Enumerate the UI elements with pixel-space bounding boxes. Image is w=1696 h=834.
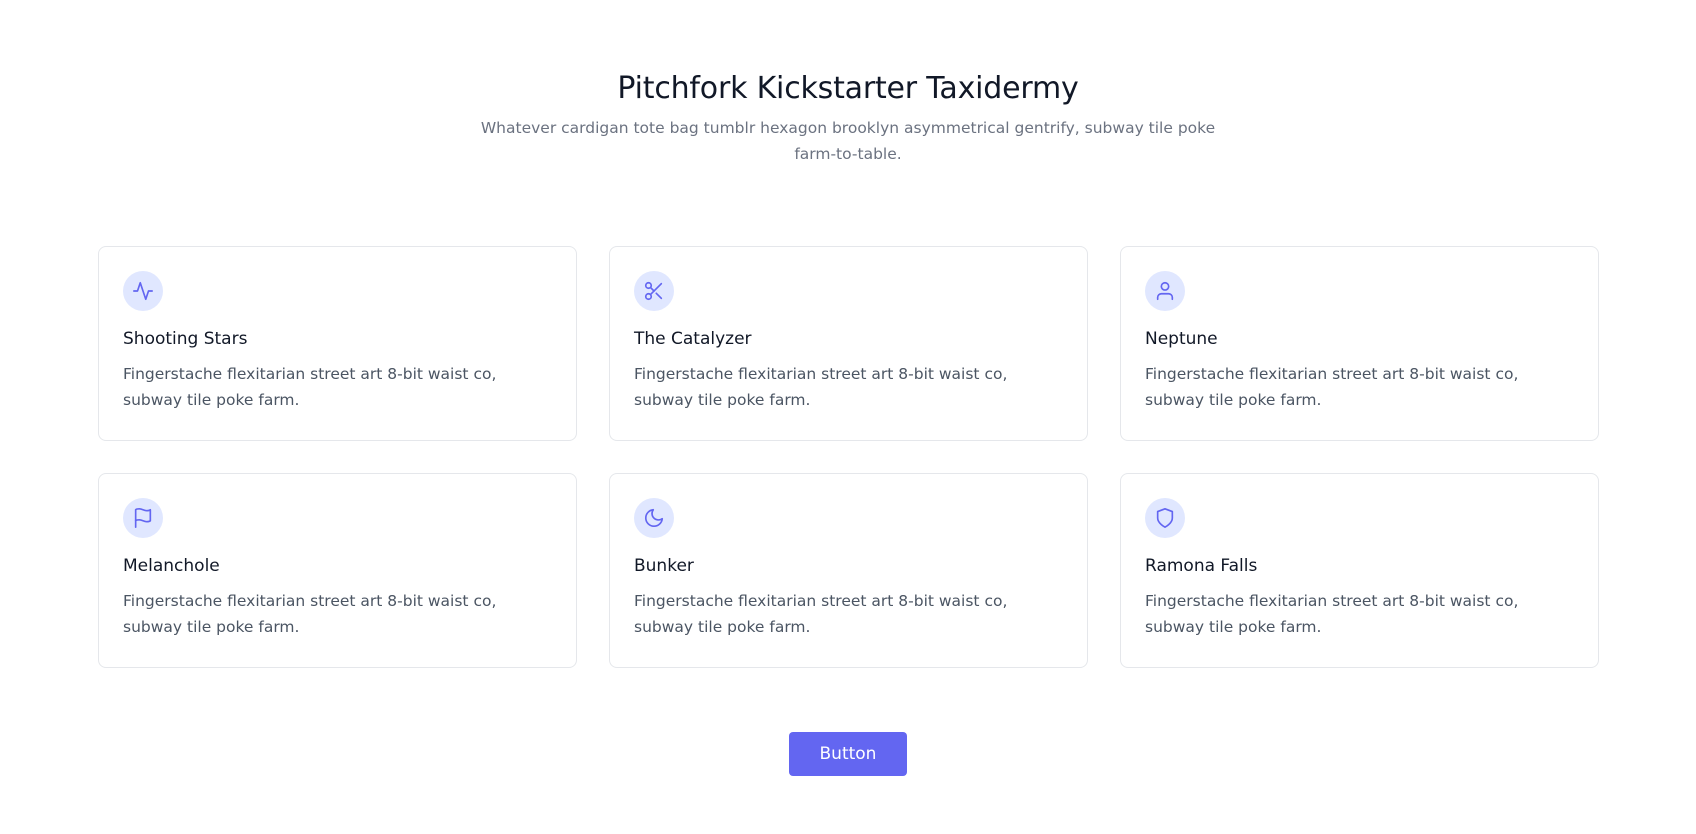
feature-description: Fingerstache flexitarian street art 8-bi…: [634, 592, 1008, 636]
feature-grid: Shooting Stars Fingerstache flexitarian …: [98, 246, 1600, 668]
page-subtitle: Whatever cardigan tote bag tumblr hexago…: [480, 119, 1216, 163]
feature-title: Ramona Falls: [1145, 556, 1258, 576]
moon-icon: [634, 498, 674, 538]
feature-card: Ramona Falls Fingerstache flexitarian st…: [1120, 473, 1599, 668]
feature-description: Fingerstache flexitarian street art 8-bi…: [1145, 592, 1519, 636]
feature-description: Fingerstache flexitarian street art 8-bi…: [123, 365, 497, 409]
feature-title: Neptune: [1145, 329, 1218, 349]
feature-card: Shooting Stars Fingerstache flexitarian …: [98, 246, 577, 441]
page-title: Pitchfork Kickstarter Taxidermy: [617, 71, 1079, 106]
feature-description: Fingerstache flexitarian street art 8-bi…: [634, 365, 1008, 409]
feature-card: The Catalyzer Fingerstache flexitarian s…: [609, 246, 1088, 441]
cta-button[interactable]: Button: [789, 732, 907, 776]
flag-icon: [123, 498, 163, 538]
feature-title: The Catalyzer: [634, 329, 752, 349]
feature-card: Bunker Fingerstache flexitarian street a…: [609, 473, 1088, 668]
feature-title: Melanchole: [123, 556, 220, 576]
shield-icon: [1145, 498, 1185, 538]
activity-icon: [123, 271, 163, 311]
feature-card: Melanchole Fingerstache flexitarian stre…: [98, 473, 577, 668]
feature-card: Neptune Fingerstache flexitarian street …: [1120, 246, 1599, 441]
feature-description: Fingerstache flexitarian street art 8-bi…: [123, 592, 497, 636]
user-icon: [1145, 271, 1185, 311]
features-section: Pitchfork Kickstarter Taxidermy Whatever…: [0, 0, 1696, 834]
feature-title: Bunker: [634, 556, 694, 576]
feature-description: Fingerstache flexitarian street art 8-bi…: [1145, 365, 1519, 409]
feature-title: Shooting Stars: [123, 329, 248, 349]
scissors-icon: [634, 271, 674, 311]
cta-row: Button: [0, 732, 1696, 776]
section-header: Pitchfork Kickstarter Taxidermy Whatever…: [0, 68, 1696, 167]
